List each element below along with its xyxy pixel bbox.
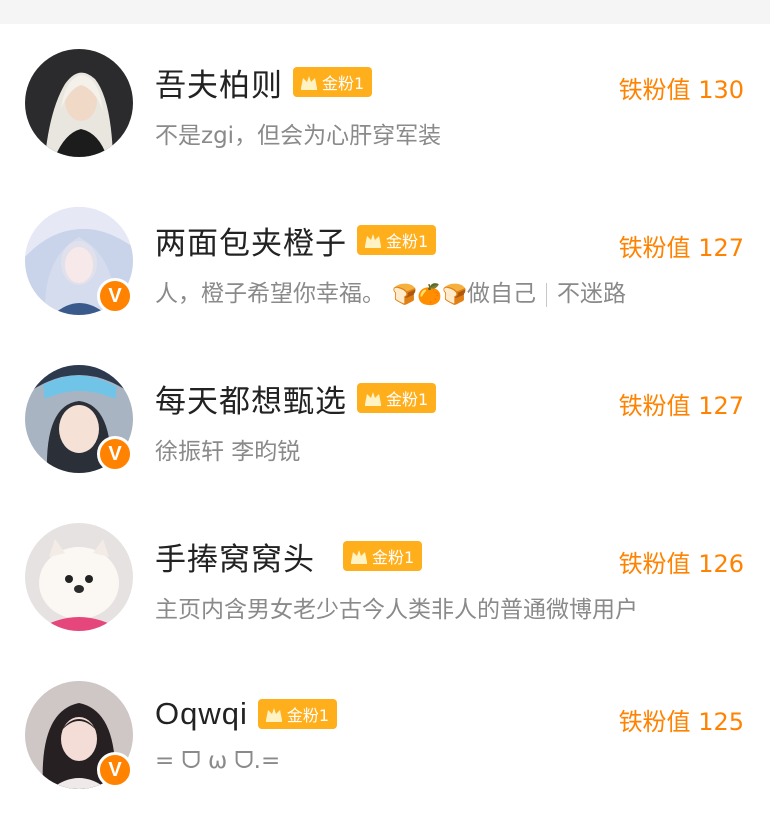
- crown-icon: [301, 76, 317, 90]
- bio-emoji: 🍞🍊🍞: [392, 282, 468, 306]
- name-line: 两面包夹橙子 金粉1: [155, 218, 437, 263]
- fan-badge: 金粉1: [293, 67, 373, 97]
- crown-icon: [351, 550, 367, 564]
- crown-icon: [265, 708, 282, 722]
- badge-label: 金粉1: [386, 232, 429, 251]
- top-strip: [0, 0, 770, 24]
- badge-label: 金粉1: [372, 548, 415, 567]
- fan-name[interactable]: 吾夫柏则: [155, 60, 283, 105]
- fan-bio: 不是zgi，但会为心肝穿军装: [155, 123, 442, 149]
- verified-mark: V: [108, 443, 122, 465]
- list-item[interactable]: 吾夫柏则 金粉1 不是zgi，但会为心肝穿军装 铁粉值 130: [0, 24, 770, 182]
- verified-badge: V: [97, 278, 133, 314]
- list-item[interactable]: V 每天都想甄选 金粉1 徐振轩 李昀锐 铁粉值 127: [0, 340, 770, 498]
- fan-score: 铁粉值 125: [618, 708, 744, 736]
- list-item[interactable]: V 两面包夹橙子 金粉1 人，橙子希望你幸福。 🍞🍊🍞做自己 不迷路 铁粉值 12…: [0, 182, 770, 340]
- fan-name[interactable]: 手捧窝窝头: [155, 534, 315, 579]
- crown-icon: [365, 234, 381, 248]
- fan-name[interactable]: 两面包夹橙子: [155, 218, 347, 263]
- fan-badge: 金粉1: [357, 225, 437, 255]
- avatar[interactable]: [25, 49, 133, 157]
- badge-label: 金粉1: [286, 706, 330, 725]
- fan-name[interactable]: 每天都想甄选: [155, 376, 347, 421]
- bio-text-3: 不迷路: [557, 281, 627, 307]
- fan-bio: = ᗜ ω ᗜ.=: [155, 748, 281, 774]
- verified-badge: V: [97, 752, 133, 788]
- fan-score: 铁粉值 130: [618, 76, 744, 104]
- fan-badge: 金粉1: [257, 699, 338, 729]
- verified-mark: V: [108, 285, 122, 307]
- list-item[interactable]: V Oqwqi 金粉1 = ᗜ ω ᗜ.= 铁粉值 125: [0, 656, 770, 814]
- verified-badge: V: [97, 436, 133, 472]
- fan-badge: 金粉1: [357, 383, 437, 413]
- badge-label: 金粉1: [322, 74, 365, 93]
- fan-score: 铁粉值 127: [618, 234, 744, 262]
- name-line: 手捧窝窝头 金粉1: [155, 534, 423, 579]
- fan-bio: 主页内含男女老少古今人类非人的普通微博用户: [155, 597, 638, 623]
- name-line: Oqwqi 金粉1: [155, 692, 338, 736]
- name-line: 每天都想甄选 金粉1: [155, 376, 437, 421]
- avatar[interactable]: [25, 523, 133, 631]
- badge-label: 金粉1: [386, 390, 429, 409]
- list-item[interactable]: 手捧窝窝头 金粉1 主页内含男女老少古今人类非人的普通微博用户 铁粉值 126: [0, 498, 770, 656]
- fan-name[interactable]: Oqwqi: [155, 696, 248, 732]
- name-line: 吾夫柏则 金粉1: [155, 60, 373, 105]
- crown-icon: [365, 392, 381, 406]
- fan-bio: 人，橙子希望你幸福。 🍞🍊🍞做自己 不迷路: [155, 274, 626, 308]
- fan-bio: 徐振轩 李昀锐: [155, 439, 301, 465]
- fan-score: 铁粉值 126: [618, 550, 744, 578]
- divider: [546, 282, 548, 307]
- bio-text: 人，橙子希望你幸福。: [155, 281, 385, 307]
- fan-score: 铁粉值 127: [618, 392, 744, 420]
- fan-badge: 金粉1: [343, 541, 423, 571]
- bio-text-2: 做自己: [467, 281, 537, 307]
- verified-mark: V: [108, 759, 122, 781]
